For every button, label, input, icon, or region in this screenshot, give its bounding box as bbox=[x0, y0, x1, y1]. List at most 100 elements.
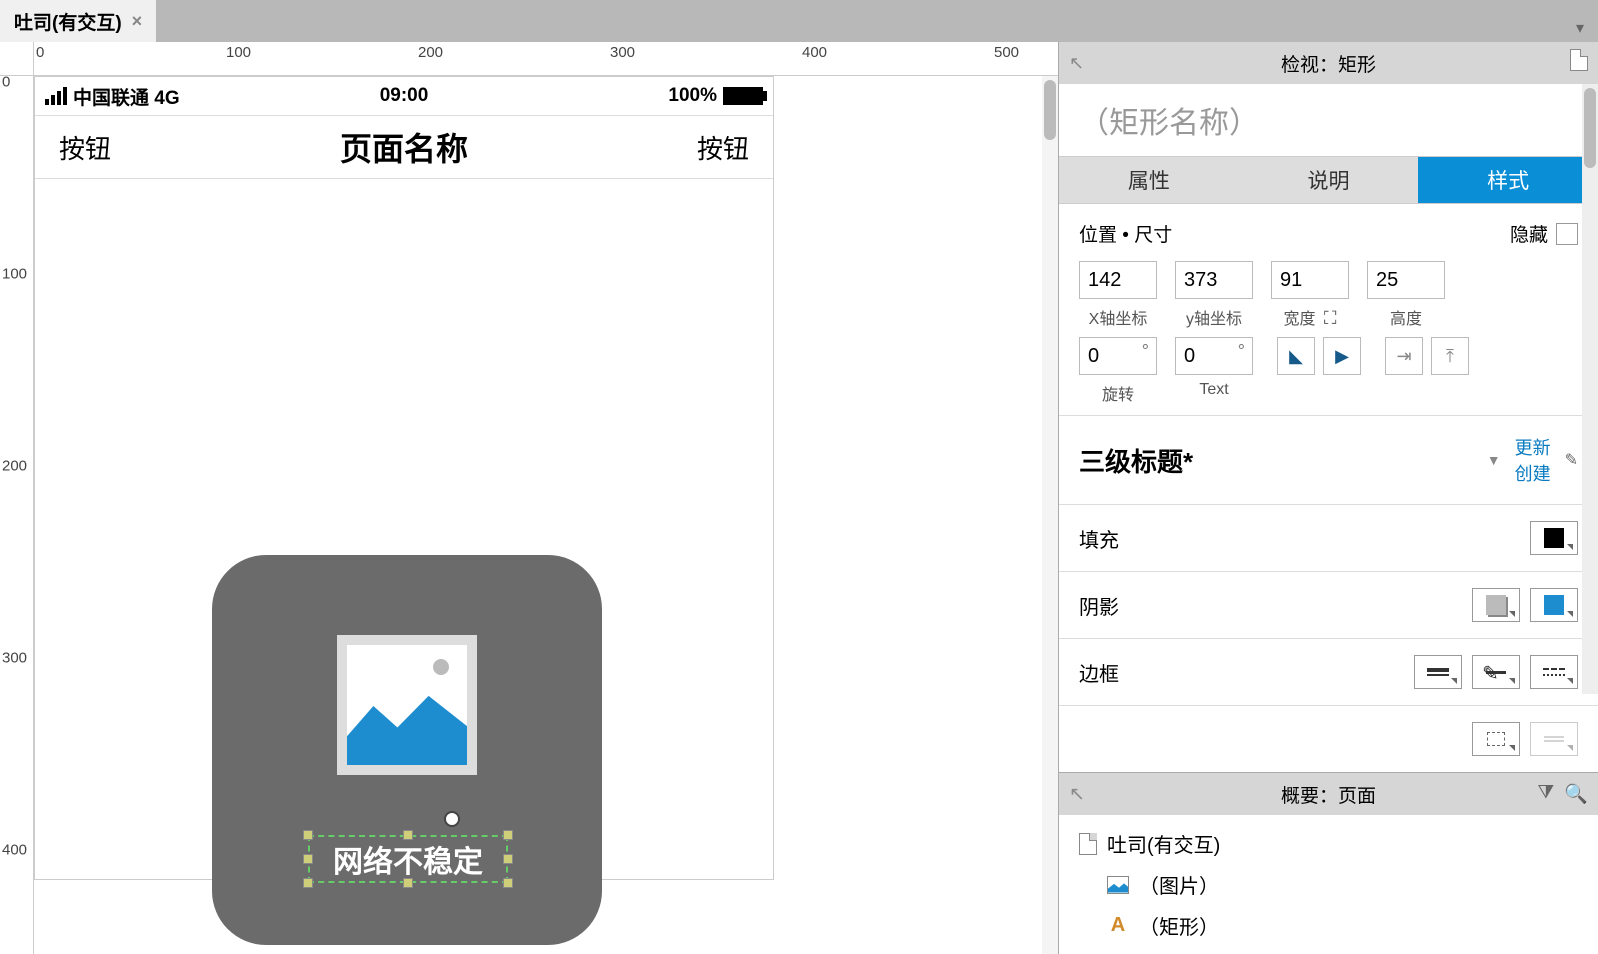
autofit-height-icon[interactable]: ⤒ bbox=[1431, 337, 1469, 375]
y-input[interactable] bbox=[1175, 261, 1253, 299]
search-icon[interactable]: 🔍 bbox=[1564, 782, 1588, 806]
border-color-select[interactable]: ✎ bbox=[1472, 655, 1520, 689]
text-rotation-input[interactable] bbox=[1175, 337, 1253, 375]
nav-left-button[interactable]: 按钮 bbox=[59, 129, 111, 166]
page-icon bbox=[1079, 833, 1097, 855]
ruler-tick: 100 bbox=[226, 44, 251, 61]
close-icon[interactable]: × bbox=[132, 11, 143, 32]
main-area: 0 100 200 300 400 500 0 100 200 300 400 … bbox=[0, 42, 1598, 954]
hide-checkbox[interactable] bbox=[1556, 223, 1578, 245]
signal-icon bbox=[45, 87, 67, 105]
h-input[interactable] bbox=[1367, 261, 1445, 299]
canvas-area: 0 100 200 300 400 500 0 100 200 300 400 … bbox=[0, 42, 1058, 954]
tree-item-rect[interactable]: A （矩形） bbox=[1059, 905, 1598, 946]
create-style-link[interactable]: 创建 bbox=[1515, 460, 1551, 486]
resize-handle[interactable] bbox=[403, 878, 413, 888]
ruler-tick: 300 bbox=[2, 650, 27, 667]
corner-radius-select[interactable] bbox=[1530, 722, 1578, 756]
border-extra-row bbox=[1059, 705, 1598, 772]
outline-panel: ↖ 概要：页面 ⧩ 🔍 吐司(有交互) （图片） A （矩形） bbox=[1059, 772, 1598, 954]
border-width-select[interactable] bbox=[1414, 655, 1462, 689]
ruler-tick: 400 bbox=[802, 44, 827, 61]
inspector-title: 检视：矩形 bbox=[1281, 50, 1376, 77]
style-preset-row: 三级标题* ▼ 更新 创建 ✎ bbox=[1059, 415, 1598, 504]
tab-attributes[interactable]: 属性 bbox=[1059, 156, 1239, 204]
resize-handle[interactable] bbox=[503, 854, 513, 864]
flip-horizontal-icon[interactable]: ◣ bbox=[1277, 337, 1315, 375]
status-bar: 中国联通 4G 09:00 100% bbox=[35, 77, 773, 115]
shadow-row: 阴影 bbox=[1059, 571, 1598, 638]
image-icon bbox=[1107, 876, 1129, 894]
lock-icon[interactable]: ⛶ bbox=[1324, 308, 1337, 328]
flip-vertical-icon[interactable]: ▶ bbox=[1323, 337, 1361, 375]
outer-shadow-swatch[interactable] bbox=[1472, 588, 1520, 622]
ruler-tick: 500 bbox=[994, 44, 1019, 61]
shape-name-input[interactable]: （矩形名称） bbox=[1059, 84, 1598, 156]
tree-label: 吐司(有交互) bbox=[1107, 829, 1220, 858]
tabs-dropdown-icon[interactable]: ▾ bbox=[1566, 14, 1594, 42]
tab-bar: 吐司(有交互) × ▾ bbox=[0, 0, 1598, 42]
inspector-panel: ↖ 检视：矩形 （矩形名称） 属性 说明 样式 位置 • 尺寸 隐藏 X轴坐标 … bbox=[1058, 42, 1598, 954]
sun-icon bbox=[433, 659, 449, 675]
fill-row: 填充 bbox=[1059, 504, 1598, 571]
ruler-vertical[interactable]: 0 100 200 300 400 bbox=[0, 76, 34, 954]
resize-handle[interactable] bbox=[303, 830, 313, 840]
inspector-header: ↖ 检视：矩形 bbox=[1059, 42, 1598, 84]
ruler-tick: 200 bbox=[2, 458, 27, 475]
text-rot-label: Text bbox=[1199, 381, 1228, 399]
border-visibility-select[interactable] bbox=[1472, 722, 1520, 756]
new-page-icon[interactable] bbox=[1570, 49, 1588, 77]
fill-label: 填充 bbox=[1079, 524, 1119, 553]
style-preset-dropdown[interactable]: 三级标题* ▼ bbox=[1079, 442, 1501, 479]
w-input[interactable] bbox=[1271, 261, 1349, 299]
y-label: y轴坐标 bbox=[1186, 305, 1242, 329]
rotate-handle[interactable] bbox=[444, 811, 460, 827]
battery-percent: 100% bbox=[668, 85, 717, 107]
tab-notes[interactable]: 说明 bbox=[1239, 156, 1419, 204]
resize-handle[interactable] bbox=[303, 854, 313, 864]
page-tab[interactable]: 吐司(有交互) × bbox=[0, 0, 156, 42]
design-canvas[interactable]: 中国联通 4G 09:00 100% 按钮 页面名称 按钮 bbox=[34, 76, 1058, 954]
tab-style[interactable]: 样式 bbox=[1418, 156, 1598, 204]
canvas-scrollbar[interactable] bbox=[1042, 76, 1058, 954]
ruler-horizontal[interactable]: 0 100 200 300 400 500 bbox=[34, 42, 1058, 76]
outline-title: 概要：页面 bbox=[1281, 781, 1376, 808]
collapse-icon[interactable]: ↖ bbox=[1069, 53, 1084, 74]
battery-icon bbox=[723, 87, 763, 105]
image-placeholder[interactable] bbox=[337, 635, 477, 775]
tree-item-image[interactable]: （图片） bbox=[1059, 864, 1598, 905]
toast-text: 网络不稳定 bbox=[308, 835, 508, 883]
tree-root[interactable]: 吐司(有交互) bbox=[1059, 823, 1598, 864]
scrollbar-thumb[interactable] bbox=[1044, 80, 1056, 140]
w-label: 宽度 ⛶ bbox=[1283, 305, 1336, 329]
border-style-select[interactable] bbox=[1530, 655, 1578, 689]
x-label: X轴坐标 bbox=[1089, 305, 1148, 329]
scrollbar-thumb[interactable] bbox=[1584, 88, 1596, 168]
collapse-icon[interactable]: ↖ bbox=[1069, 783, 1085, 806]
resize-handle[interactable] bbox=[303, 878, 313, 888]
toast-widget[interactable]: 网络不稳定 bbox=[212, 555, 602, 945]
autofit-width-icon[interactable]: ⇥ bbox=[1385, 337, 1423, 375]
inner-shadow-swatch[interactable] bbox=[1530, 588, 1578, 622]
update-style-link[interactable]: 更新 bbox=[1515, 434, 1551, 460]
ruler-tick: 200 bbox=[418, 44, 443, 61]
carrier-label: 中国联通 4G bbox=[73, 83, 180, 110]
h-label: 高度 bbox=[1390, 305, 1422, 329]
resize-handle[interactable] bbox=[403, 830, 413, 840]
edit-style-icon[interactable]: ✎ bbox=[1565, 450, 1578, 470]
nav-right-button[interactable]: 按钮 bbox=[697, 129, 749, 166]
resize-handle[interactable] bbox=[503, 878, 513, 888]
shadow-label: 阴影 bbox=[1079, 591, 1119, 620]
fill-color-swatch[interactable] bbox=[1530, 521, 1578, 555]
ruler-corner bbox=[0, 42, 34, 76]
x-input[interactable] bbox=[1079, 261, 1157, 299]
text-shape-icon: A bbox=[1107, 914, 1129, 937]
resize-handle[interactable] bbox=[503, 830, 513, 840]
selected-text-shape[interactable]: 网络不稳定 bbox=[308, 835, 508, 883]
panel-scrollbar[interactable] bbox=[1582, 84, 1598, 694]
rotation-input[interactable] bbox=[1079, 337, 1157, 375]
chevron-down-icon: ▼ bbox=[1487, 452, 1501, 468]
filter-icon[interactable]: ⧩ bbox=[1537, 782, 1554, 806]
style-panel: 位置 • 尺寸 隐藏 X轴坐标 y轴坐标 宽度 ⛶ 高度 旋转 Text ◣ ▶ bbox=[1059, 204, 1598, 415]
border-label: 边框 bbox=[1079, 658, 1119, 687]
